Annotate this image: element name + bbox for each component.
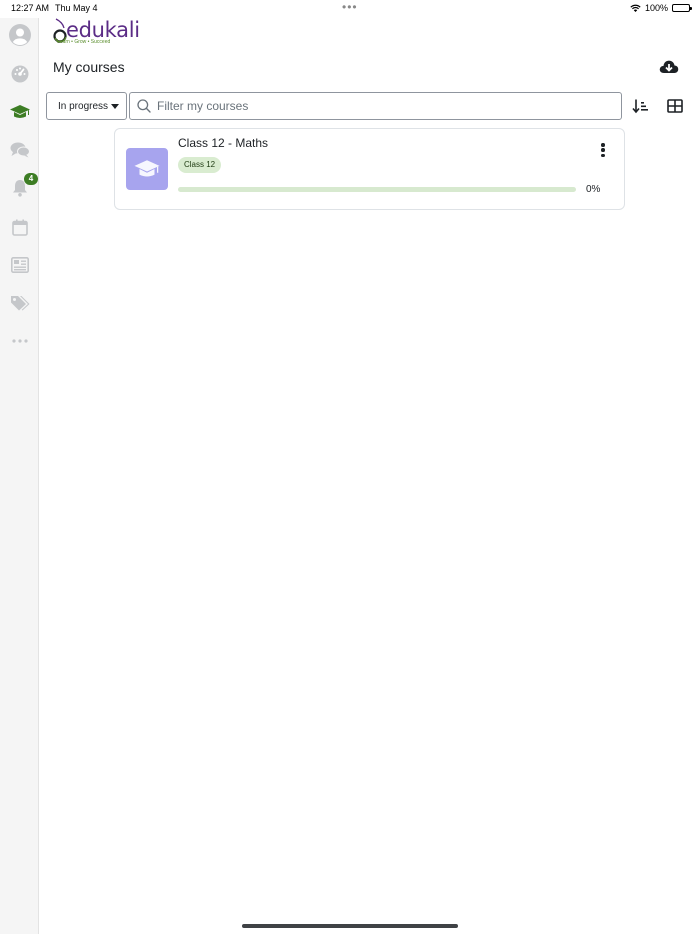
sidebar-nav: 4 (0, 18, 39, 934)
display-mode-button[interactable] (667, 98, 683, 114)
sort-courses-button[interactable] (632, 98, 648, 114)
course-status-select[interactable]: In progress (46, 92, 127, 120)
sidebar-item-messages[interactable] (0, 135, 39, 165)
battery-percent: 100% (644, 3, 668, 13)
logo-tagline: Learn • Grow • Succeed (57, 39, 111, 45)
site-logo[interactable]: edukali Learn • Grow • Succeed (52, 18, 142, 46)
home-indicator[interactable] (242, 924, 458, 928)
course-card[interactable]: Class 12 - Maths Class 12 0% (114, 128, 625, 210)
course-status-selected: In progress (58, 100, 109, 112)
sidebar-item-dashboard[interactable] (0, 59, 39, 89)
status-date: Thu May 4 (55, 3, 98, 13)
user-avatar-icon (8, 24, 31, 46)
kebab-dot (601, 143, 605, 147)
course-search-box (129, 92, 622, 120)
course-thumbnail[interactable] (126, 148, 168, 190)
status-indicators: 100% (630, 3, 692, 13)
kebab-dot (601, 148, 605, 152)
status-bar: 12:27 AM Thu May 4 ••• 100% (0, 0, 700, 18)
course-category-badge: Class 12 (178, 157, 222, 173)
more-horizontal-icon (11, 339, 28, 343)
chat-bubbles-icon (10, 142, 30, 158)
sidebar-item-grades[interactable] (0, 250, 39, 280)
course-progress-label: 0% (586, 184, 601, 195)
battery-icon (672, 4, 692, 12)
sort-ascending-icon (632, 99, 648, 114)
download-courses-button[interactable] (659, 59, 679, 75)
tags-icon (10, 296, 29, 311)
sidebar-item-user-avatar[interactable] (0, 20, 39, 50)
course-options-button[interactable] (595, 141, 611, 159)
course-search-input[interactable] (157, 96, 612, 116)
kebab-dot (601, 153, 605, 157)
graduation-cap-icon (134, 160, 160, 177)
course-title[interactable]: Class 12 - Maths (178, 136, 268, 150)
status-time: 12:27 AM (11, 3, 50, 13)
calendar-icon (11, 219, 28, 236)
grid-view-icon (667, 99, 683, 113)
cloud-download-icon (659, 60, 679, 73)
page-title: My courses (53, 59, 125, 75)
caret-down-icon (111, 104, 119, 109)
sidebar-item-notifications[interactable]: 4 (0, 173, 39, 203)
gradebook-icon (10, 257, 29, 273)
sidebar-item-tags[interactable] (0, 288, 39, 318)
search-icon (137, 99, 151, 113)
multitasking-dots-icon[interactable]: ••• (342, 0, 358, 14)
sidebar-item-more[interactable] (0, 326, 39, 356)
sidebar-item-my-courses[interactable] (0, 97, 39, 127)
sidebar-item-calendar[interactable] (0, 212, 39, 242)
wifi-icon (630, 4, 641, 12)
graduation-cap-icon (9, 105, 30, 118)
dashboard-icon (11, 65, 28, 83)
notifications-badge: 4 (24, 173, 38, 185)
course-progress-bar (178, 187, 576, 192)
